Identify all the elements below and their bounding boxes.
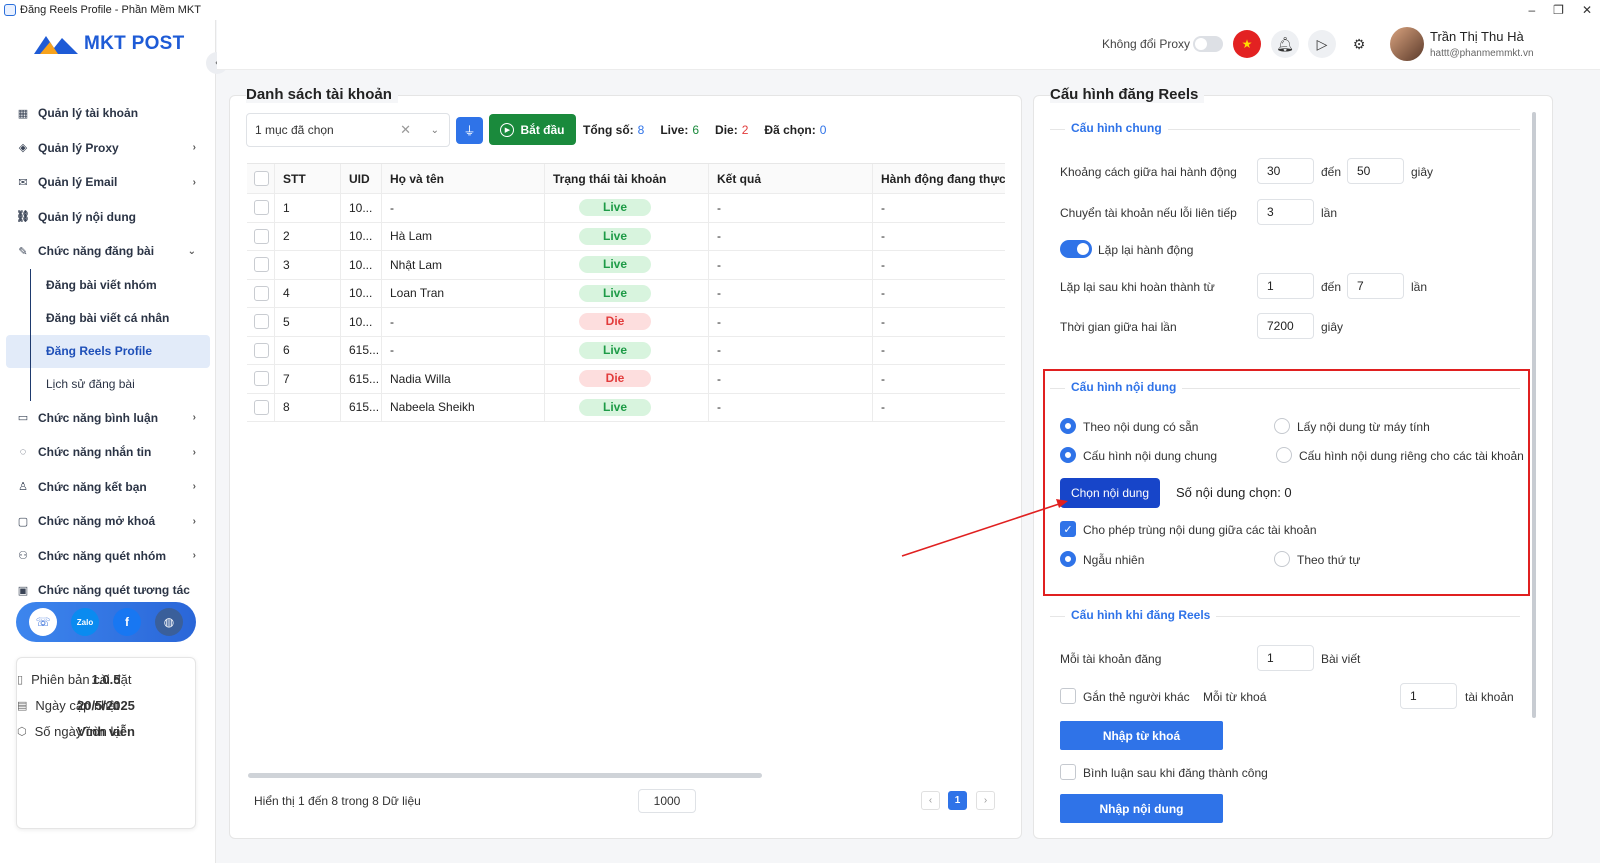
per-account-input[interactable]: 1: [1257, 645, 1314, 671]
keyword-input[interactable]: 1: [1400, 683, 1457, 709]
comment-after-post-label: Bình luận sau khi đăng thành công: [1083, 766, 1268, 780]
posts-label: Bài viết: [1321, 652, 1361, 666]
accounts-label: tài khoản: [1465, 690, 1514, 704]
import-content-button[interactable]: Nhập nội dung: [1060, 794, 1223, 823]
comment-after-post-checkbox[interactable]: [1060, 764, 1076, 780]
tag-others-label: Gắn thẻ người khác: [1083, 690, 1190, 704]
per-account-label: Mỗi tài khoản đăng: [1060, 652, 1162, 666]
tag-others-checkbox[interactable]: [1060, 688, 1076, 704]
keyword-label: Mỗi từ khoá: [1203, 690, 1267, 704]
annotation-arrow: [901, 499, 1068, 557]
reels-config-title: Cấu hình khi đăng Reels: [1065, 608, 1217, 622]
import-keyword-button[interactable]: Nhập từ khoá: [1060, 721, 1223, 750]
